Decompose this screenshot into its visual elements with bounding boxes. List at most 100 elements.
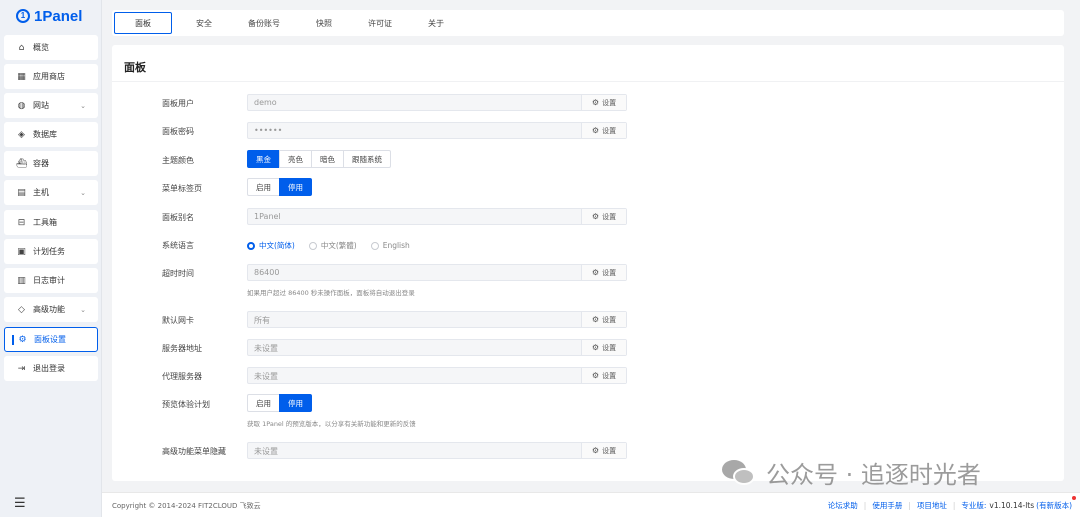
page-title: 面板 <box>124 61 146 74</box>
grid-icon: ▦ <box>17 71 26 82</box>
version-text: v1.10.14-lts <box>989 501 1035 510</box>
divider <box>112 81 1064 82</box>
sidebar-item-logs[interactable]: ▥ 日志审计 <box>4 268 98 293</box>
language-radio-zh-cn[interactable]: 中文(简体) <box>247 240 295 251</box>
update-link[interactable]: (有新版本) <box>1036 500 1072 511</box>
password-settings-button[interactable]: ⚙ 设置 <box>581 123 626 138</box>
language-radio-zh-tw[interactable]: 中文(繁體) <box>308 240 357 251</box>
tab-about[interactable]: 关于 <box>416 12 456 34</box>
user-value: demo <box>254 98 277 107</box>
chevron-down-icon: ⌄ <box>80 188 86 197</box>
watermark: 公众号 · 追逐时光者 <box>722 455 981 490</box>
timeout-settings-button[interactable]: ⚙ 设置 <box>581 265 626 280</box>
theme-option-black-gold[interactable]: 黑金 <box>247 150 280 168</box>
tab-license[interactable]: 许可证 <box>356 12 404 34</box>
alias-label: 面板别名 <box>162 213 194 222</box>
database-icon: ◈ <box>18 129 25 140</box>
log-icon: ▥ <box>17 275 26 286</box>
theme-label: 主题颜色 <box>162 156 194 165</box>
tab-panel[interactable]: 面板 <box>114 12 172 34</box>
theme-option-dark[interactable]: 暗色 <box>311 150 344 168</box>
sidebar-item-database[interactable]: ◈ 数据库 <box>4 122 98 147</box>
wechat-icon <box>722 459 756 486</box>
gear-icon: ⚙ <box>18 334 27 345</box>
sidebar-item-website[interactable]: ◍ 网站 ⌄ <box>4 93 98 118</box>
sidebar-item-logout[interactable]: ⇥ 退出登录 <box>4 356 98 381</box>
logo-icon: 1 <box>16 9 30 23</box>
gear-icon: ⚙ <box>591 268 600 277</box>
preview-label: 预览体验计划 <box>162 400 210 409</box>
menu-tabs-label: 菜单标签页 <box>162 184 202 193</box>
nic-settings-button[interactable]: ⚙ 设置 <box>581 312 626 327</box>
sidebar-item-label: 高级功能 <box>33 305 65 314</box>
preview-toggle: 启用 停用 <box>247 394 312 412</box>
radio-label: English <box>382 241 410 250</box>
sidebar-item-cron[interactable]: ▣ 计划任务 <box>4 239 98 264</box>
timeout-value: 86400 <box>254 268 280 277</box>
menu-tabs-disable[interactable]: 停用 <box>279 178 312 196</box>
forum-link[interactable]: 论坛求助 <box>828 500 858 511</box>
button-label: 设置 <box>602 315 617 324</box>
settings-panel: 面板 面板用户 demo ⚙ 设置 面板密码 •••••• ⚙ 设置 主题颜色 黑金… <box>112 45 1064 481</box>
server-addr-value: 未设置 <box>254 344 278 353</box>
tab-backup-account[interactable]: 备份账号 <box>236 12 292 34</box>
timeout-label: 超时时间 <box>162 269 194 278</box>
server-addr-settings-button[interactable]: ⚙ 设置 <box>581 340 626 355</box>
preview-hint: 获取 1Panel 的预览版本，以分享有关新功能和更新的反馈 <box>247 420 416 428</box>
button-label: 设置 <box>602 343 617 352</box>
project-link[interactable]: 项目地址 <box>917 500 947 511</box>
gear-icon: ⚙ <box>591 212 600 221</box>
gear-icon: ⚙ <box>591 446 600 455</box>
tab-snapshot[interactable]: 快照 <box>304 12 344 34</box>
menu-collapse-icon[interactable]: ☰ <box>14 496 26 511</box>
sidebar-item-container[interactable]: ⛴ 容器 <box>4 151 98 176</box>
sidebar-item-toolbox[interactable]: ⊟ 工具箱 <box>4 210 98 235</box>
preview-enable[interactable]: 启用 <box>247 394 280 412</box>
language-label: 系统语言 <box>162 241 194 250</box>
manual-link[interactable]: 使用手册 <box>872 500 902 511</box>
server-icon: ▤ <box>17 187 26 198</box>
password-label: 面板密码 <box>162 127 194 136</box>
preview-disable[interactable]: 停用 <box>279 394 312 412</box>
radio-label: 中文(简体) <box>259 241 295 250</box>
button-label: 设置 <box>602 126 617 135</box>
user-label: 面板用户 <box>162 99 194 108</box>
sidebar-item-overview[interactable]: ⌂ 概览 <box>4 35 98 60</box>
diamond-icon: ◇ <box>18 304 25 315</box>
timeout-field: 86400 ⚙ 设置 <box>247 264 627 281</box>
nic-value: 所有 <box>254 316 270 325</box>
sidebar-item-host[interactable]: ▤ 主机 ⌄ <box>4 180 98 205</box>
user-settings-button[interactable]: ⚙ 设置 <box>581 95 626 110</box>
divider: | <box>908 501 911 510</box>
menu-tabs-enable[interactable]: 启用 <box>247 178 280 196</box>
sidebar-item-advanced[interactable]: ◇ 高级功能 ⌄ <box>4 297 98 322</box>
hide-menu-value: 未设置 <box>254 447 278 456</box>
app-logo[interactable]: 1 1Panel <box>0 0 101 32</box>
sidebar-item-app-store[interactable]: ▦ 应用商店 <box>4 64 98 89</box>
sidebar-item-panel-settings[interactable]: ⚙ 面板设置 <box>4 327 98 352</box>
logo-text: 1Panel <box>34 7 83 25</box>
toolbox-icon: ⊟ <box>17 217 26 228</box>
language-radio-en[interactable]: English <box>370 241 410 250</box>
hide-menu-settings-button[interactable]: ⚙ 设置 <box>581 443 626 458</box>
logout-icon: ⇥ <box>17 363 26 374</box>
alias-settings-button[interactable]: ⚙ 设置 <box>581 209 626 224</box>
sidebar-item-label: 网站 <box>33 101 49 110</box>
chevron-down-icon: ⌄ <box>80 305 86 314</box>
footer-links: 论坛求助 | 使用手册 | 项目地址 | 专业版: v1.10.14-lts (… <box>828 500 1072 511</box>
theme-option-system[interactable]: 跟随系统 <box>343 150 391 168</box>
theme-option-light[interactable]: 亮色 <box>279 150 312 168</box>
tab-security[interactable]: 安全 <box>184 12 224 34</box>
hide-menu-field: 未设置 ⚙ 设置 <box>247 442 627 459</box>
theme-selector: 黑金 亮色 暗色 跟随系统 <box>247 150 391 168</box>
radio-dot <box>308 241 317 250</box>
sidebar-item-label: 面板设置 <box>34 335 66 344</box>
gear-icon: ⚙ <box>591 371 600 380</box>
sidebar-item-label: 容器 <box>33 159 49 168</box>
sidebar-item-label: 工具箱 <box>33 218 57 227</box>
container-icon: ⛴ <box>16 158 28 169</box>
proxy-settings-button[interactable]: ⚙ 设置 <box>581 368 626 383</box>
proxy-field: 未设置 ⚙ 设置 <box>247 367 627 384</box>
sidebar-item-label: 主机 <box>33 188 49 197</box>
sidebar-item-label: 数据库 <box>33 130 57 139</box>
